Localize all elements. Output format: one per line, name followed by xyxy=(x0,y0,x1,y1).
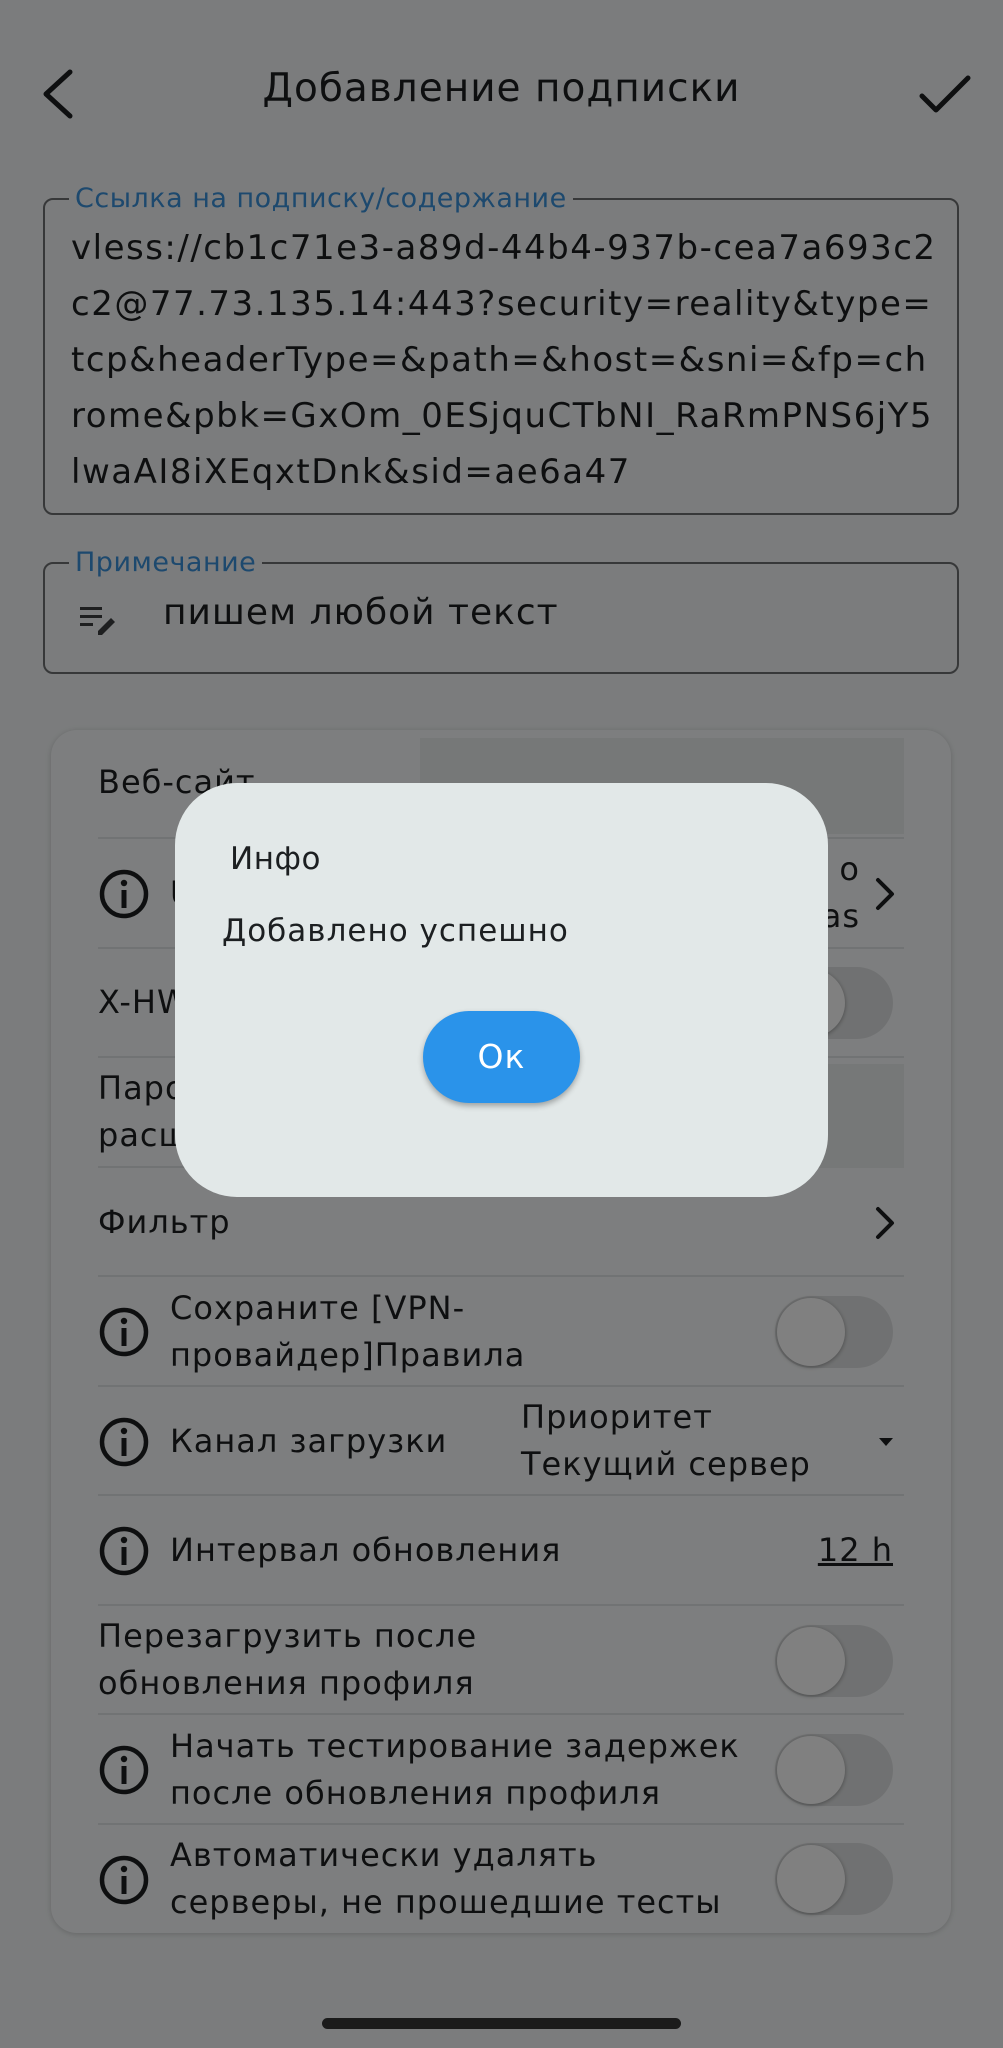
dialog-title: Инфо xyxy=(230,841,321,877)
ok-button[interactable]: Ок xyxy=(423,1011,580,1103)
info-dialog: Инфо Добавлено успешно Ок xyxy=(175,783,828,1197)
dialog-message: Добавлено успешно xyxy=(222,913,569,949)
add-subscription-screen: Добавление подписки Ссылка на подписку/с… xyxy=(0,0,1003,2048)
home-indicator[interactable] xyxy=(322,2018,681,2029)
